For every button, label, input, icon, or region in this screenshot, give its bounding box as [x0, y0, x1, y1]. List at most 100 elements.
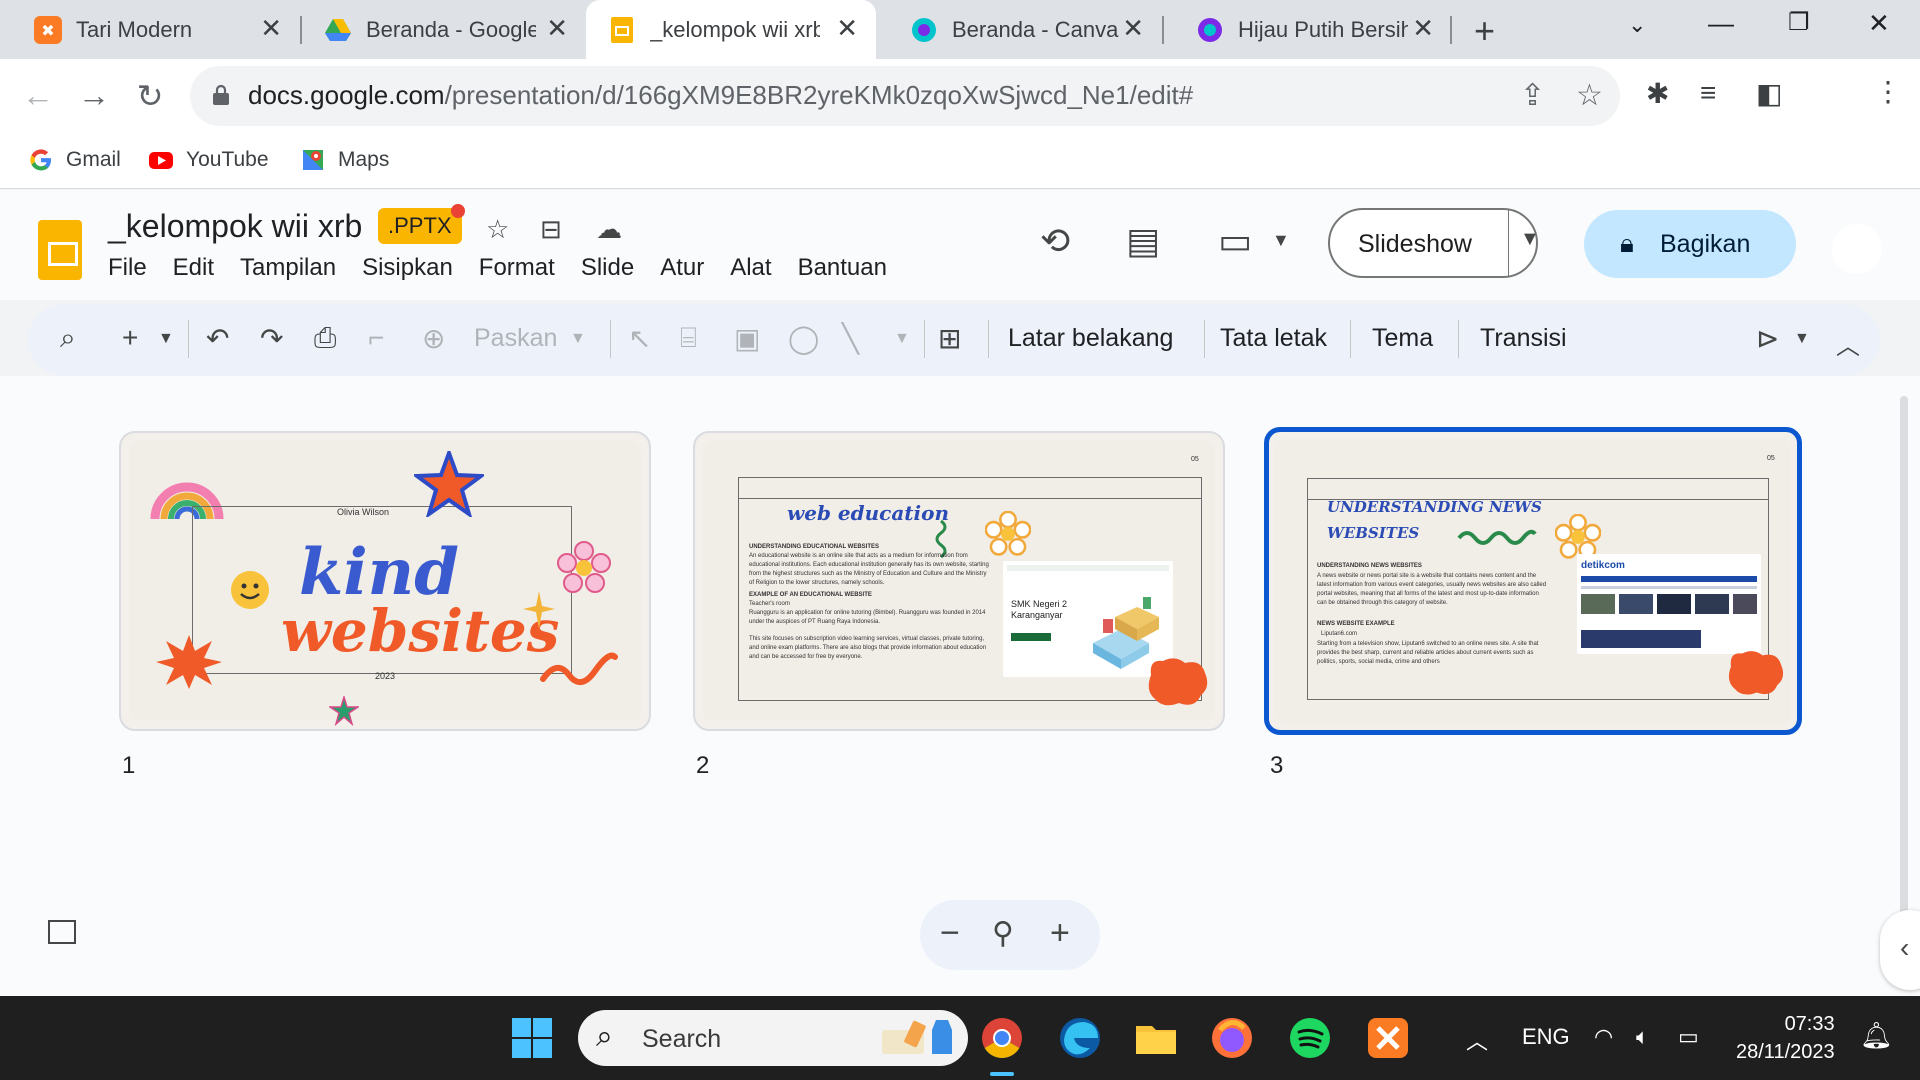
tab-google-drive[interactable]: Beranda - Google ✕ — [290, 0, 586, 59]
slide-thumbnail-1[interactable]: Olivia Wilson 2023 kind websites — [119, 431, 651, 731]
select-cursor-icon[interactable]: ↖ — [628, 322, 651, 355]
redo-icon[interactable]: ↷ — [260, 322, 283, 355]
extensions-icon[interactable]: ✱ — [1646, 77, 1669, 110]
menu-file[interactable]: File — [108, 254, 147, 282]
theme-button[interactable]: Tema — [1372, 324, 1433, 353]
slideshow-button[interactable]: Slideshow ▼ — [1328, 208, 1540, 278]
insert-image-icon[interactable]: ▣ — [734, 322, 760, 355]
volume-icon[interactable]: 🔈︎ — [1636, 1024, 1649, 1050]
slide-thumbnail-2[interactable]: 05 web education UNDERSTANDING EDUCATION… — [693, 431, 1225, 731]
star-icon[interactable]: ☆ — [486, 214, 509, 245]
document-title[interactable]: _kelompok wii xrb — [108, 208, 362, 245]
new-slide-plus-icon[interactable]: + — [122, 322, 138, 354]
vertical-scrollbar[interactable] — [1900, 396, 1908, 916]
menu-help[interactable]: Bantuan — [798, 254, 887, 282]
layout-button[interactable]: Tata letak — [1220, 324, 1327, 353]
file-explorer-icon[interactable] — [1132, 1014, 1180, 1062]
notification-bell-icon[interactable]: 🔔︎ — [1860, 1020, 1893, 1051]
move-folder-icon[interactable]: ⊟ — [540, 214, 562, 245]
pen-pointer-icon[interactable]: ⊳ — [1756, 322, 1779, 355]
line-dropdown-icon[interactable]: ▼ — [894, 330, 910, 348]
reload-icon[interactable]: ↻ — [130, 77, 170, 115]
zoom-select[interactable]: Paskan — [474, 324, 557, 353]
battery-icon[interactable]: ▭ — [1678, 1024, 1699, 1050]
back-icon[interactable]: ← — [18, 77, 58, 114]
text-box-icon[interactable]: ⌸ — [680, 322, 697, 355]
tab-tari-modern[interactable]: ✖ Tari Modern ✕ — [0, 0, 300, 59]
meet-video-icon[interactable]: ▭ — [1218, 220, 1252, 262]
zoom-icon[interactable]: ⊕ — [422, 322, 445, 355]
side-panel-icon[interactable]: ◧ — [1756, 77, 1782, 110]
print-icon[interactable]: ⎙ — [314, 322, 336, 355]
slideshow-dropdown-icon[interactable]: ▼ — [1520, 228, 1540, 251]
menu-edit[interactable]: Edit — [173, 254, 214, 282]
divider — [1204, 320, 1205, 358]
comments-icon[interactable]: ▤ — [1126, 220, 1160, 262]
forward-icon[interactable]: → — [74, 77, 114, 114]
slide-thumbnail-3[interactable]: 05 UNDERSTANDING NEWS WEBSITES UNDERSTAN… — [1264, 427, 1802, 735]
new-tab-plus-icon[interactable]: + — [1474, 10, 1495, 52]
add-comment-icon[interactable]: ⊞ — [938, 322, 961, 355]
bookmark-gmail[interactable]: Gmail — [28, 147, 121, 173]
undo-icon[interactable]: ↶ — [206, 322, 229, 355]
bookmark-maps[interactable]: Maps — [300, 147, 389, 173]
account-avatar[interactable] — [1832, 224, 1882, 274]
file-format-badge[interactable]: .PPTX — [378, 208, 462, 244]
tab-canva-design[interactable]: Hijau Putih Bersih ✕ — [1162, 0, 1452, 59]
menu-insert[interactable]: Sisipkan — [362, 254, 453, 282]
menu-view[interactable]: Tampilan — [240, 254, 336, 282]
bookmark-star-icon[interactable]: ☆ — [1576, 78, 1603, 113]
share-button[interactable]: 🔒︎ Bagikan — [1584, 210, 1796, 278]
close-window-icon[interactable]: ✕ — [1868, 8, 1890, 39]
background-button[interactable]: Latar belakang — [1008, 324, 1173, 353]
menu-slide[interactable]: Slide — [581, 254, 634, 282]
chrome-icon[interactable] — [978, 1014, 1026, 1062]
tab-active-slides[interactable]: _kelompok wii xrb ✕ — [586, 0, 876, 59]
media-control-icon[interactable]: ≡ — [1700, 77, 1716, 109]
filmstrip-view-icon[interactable] — [48, 920, 76, 944]
bookmark-youtube[interactable]: YouTube — [148, 147, 269, 173]
windows-start-icon[interactable] — [508, 1014, 556, 1062]
close-tab-icon[interactable]: ✕ — [546, 14, 568, 42]
tab-search-chevron-icon[interactable]: ⌄ — [1628, 12, 1646, 38]
close-tab-icon[interactable]: ✕ — [260, 14, 282, 42]
taskbar-clock[interactable]: 07:33 28/11/2023 — [1736, 1010, 1835, 1066]
paint-format-icon[interactable]: ⌐ — [368, 322, 384, 354]
zoom-out-icon[interactable]: − — [940, 914, 960, 953]
xampp-icon[interactable] — [1364, 1014, 1412, 1062]
new-slide-dropdown-icon[interactable]: ▼ — [158, 330, 174, 348]
google-slides-logo-icon[interactable] — [38, 220, 82, 280]
line-icon[interactable]: ╲ — [842, 322, 859, 355]
transition-button[interactable]: Transisi — [1480, 324, 1567, 353]
zoom-in-icon[interactable]: + — [1050, 914, 1070, 953]
address-bar[interactable]: docs.google.com/presentation/d/166gXM9E8… — [190, 66, 1620, 126]
collapse-toolbar-icon[interactable]: ︿ — [1836, 326, 1860, 361]
pen-dropdown-icon[interactable]: ▼ — [1794, 330, 1810, 348]
shape-icon[interactable]: ◯ — [788, 322, 819, 355]
zoom-dropdown-icon[interactable]: ▼ — [570, 330, 586, 348]
wifi-icon[interactable]: ◠ — [1594, 1024, 1613, 1050]
version-history-icon[interactable]: ⟲ — [1040, 220, 1070, 262]
close-tab-icon[interactable]: ✕ — [1412, 14, 1434, 42]
tab-canva-home[interactable]: Beranda - Canva ✕ — [876, 0, 1162, 59]
browser-menu-icon[interactable]: ⋮ — [1874, 75, 1902, 108]
menu-tools[interactable]: Alat — [730, 254, 771, 282]
meet-dropdown-icon[interactable]: ▼ — [1272, 230, 1290, 251]
cloud-status-icon[interactable]: ☁ — [596, 214, 622, 245]
search-menus-icon[interactable]: ⌕ — [60, 322, 76, 355]
spotify-icon[interactable] — [1286, 1014, 1334, 1062]
side-panel-toggle[interactable]: ‹ — [1880, 910, 1920, 990]
close-tab-icon[interactable]: ✕ — [1122, 14, 1144, 42]
zoom-magnifier-icon[interactable]: ⚲ — [992, 916, 1014, 951]
menu-arrange[interactable]: Atur — [660, 254, 704, 282]
tray-overflow-chevron-icon[interactable]: ︿ — [1466, 1024, 1488, 1056]
menu-format[interactable]: Format — [479, 254, 555, 282]
edge-icon[interactable] — [1056, 1014, 1104, 1062]
taskbar-search[interactable]: ⌕ Search — [578, 1010, 968, 1066]
restore-icon[interactable]: ❐ — [1788, 8, 1810, 37]
minimize-icon[interactable]: — — [1708, 8, 1734, 39]
close-tab-icon[interactable]: ✕ — [836, 14, 858, 42]
input-language[interactable]: ENG — [1522, 1024, 1570, 1050]
share-page-icon[interactable]: ⇪ — [1520, 78, 1545, 113]
firefox-icon[interactable] — [1208, 1014, 1256, 1062]
